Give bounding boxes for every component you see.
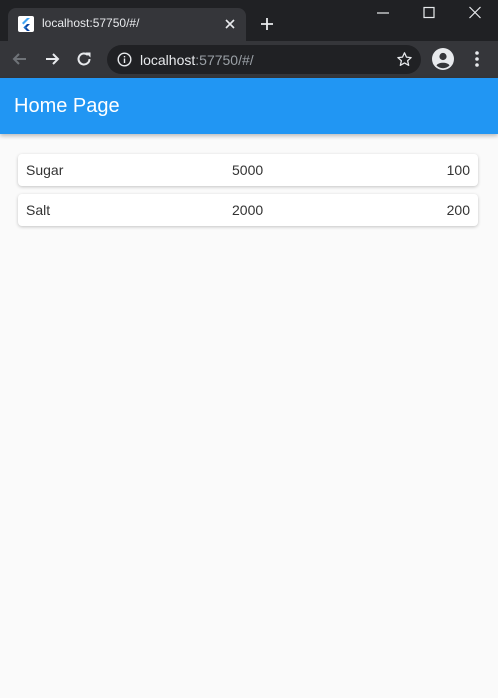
- item-price: 100: [446, 162, 470, 178]
- url-text[interactable]: localhost:57750/#/: [140, 52, 254, 68]
- browser-titlebar: localhost:57750/#/: [0, 0, 498, 41]
- url-host: localhost: [140, 52, 196, 68]
- tab-close-icon[interactable]: [222, 16, 238, 32]
- item-name: Salt: [26, 202, 51, 218]
- info-icon[interactable]: [117, 52, 132, 67]
- tab-title: localhost:57750/#/: [42, 16, 140, 30]
- item-quantity: 5000: [232, 162, 264, 178]
- browser-window: localhost:57750/#/ localhost:57750/#/ Ho…: [0, 0, 498, 698]
- star-icon[interactable]: [396, 51, 413, 68]
- arrow-back-icon[interactable]: [10, 49, 30, 69]
- maximize-icon[interactable]: [406, 0, 452, 28]
- browser-toolbar: localhost:57750/#/: [0, 41, 498, 78]
- item-name: Sugar: [26, 162, 64, 178]
- app-bar: Home Page: [0, 78, 498, 134]
- item-quantity: 2000: [232, 202, 264, 218]
- page-title: Home Page: [14, 95, 120, 117]
- url-path: :57750/#/: [195, 52, 254, 68]
- list-item[interactable]: Salt 2000 200: [18, 194, 478, 226]
- profile-icon[interactable]: [432, 48, 454, 70]
- reload-icon[interactable]: [74, 49, 94, 69]
- arrow-forward-icon[interactable]: [42, 49, 62, 69]
- flutter-icon: [18, 16, 34, 32]
- browser-tab[interactable]: localhost:57750/#/: [8, 8, 246, 41]
- minimize-icon[interactable]: [360, 0, 406, 28]
- item-price: 200: [446, 202, 470, 218]
- window-close-icon[interactable]: [452, 0, 498, 28]
- item-list: Sugar 5000 100 Salt 2000 200: [18, 154, 478, 234]
- address-bar[interactable]: localhost:57750/#/: [107, 45, 421, 74]
- more-vert-icon[interactable]: [470, 50, 484, 68]
- list-item[interactable]: Sugar 5000 100: [18, 154, 478, 186]
- new-tab-icon[interactable]: [258, 15, 276, 33]
